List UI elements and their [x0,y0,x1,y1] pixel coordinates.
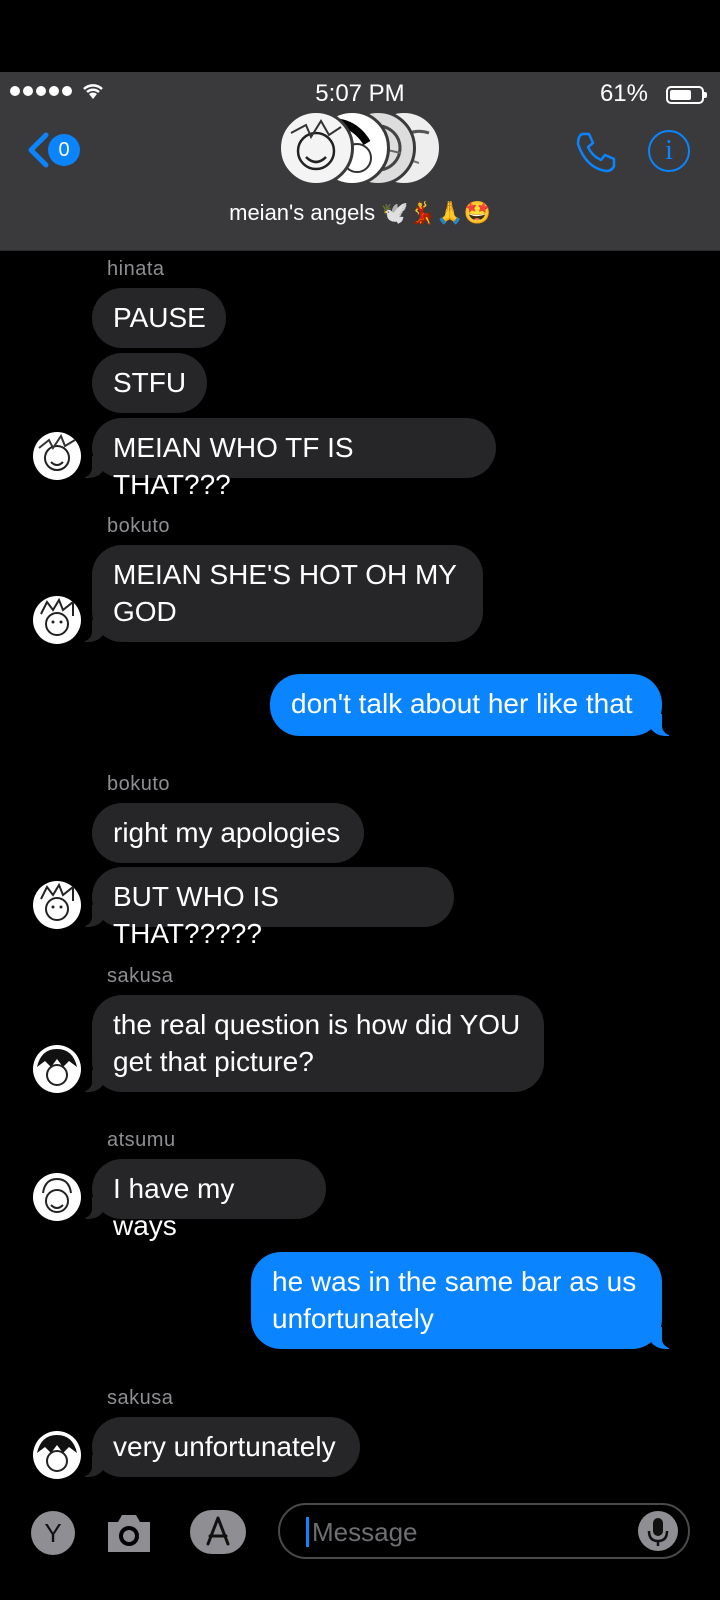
unread-badge: 0 [48,134,80,166]
battery-icon [666,86,707,104]
message-bubble[interactable]: very unfortunately [80,1417,360,1477]
sender-name: bokuto [107,773,171,795]
message-bubble[interactable]: BUT WHO IS THAT????? [80,867,454,949]
status-bar: 5:07 PM 61% [0,78,720,112]
sender-name: hinata [107,258,165,280]
info-icon[interactable]: i [648,130,690,172]
avatar [33,1431,81,1479]
message-bubble[interactable]: MEIAN SHE'S HOT OH MY GOD [80,545,483,642]
sender-name: bokuto [107,515,171,537]
sender-name: atsumu [107,1129,176,1151]
sender-name: sakusa [107,1387,174,1409]
message-placeholder: Message [312,1517,418,1547]
message-bubble[interactable]: don't talk about her like that [270,674,674,736]
group-name[interactable]: meian's angels 🕊️💃🙏🤩 [0,200,720,226]
camera-icon[interactable] [104,1512,154,1554]
app-store-button[interactable] [190,1510,246,1554]
avatar [33,881,81,929]
message-bubble[interactable]: he was in the same bar as us unfortunate… [251,1252,674,1349]
top-black-area [0,0,720,72]
message-bubble[interactable]: PAUSE [92,288,226,348]
message-input[interactable]: Message [278,1503,690,1559]
back-button[interactable]: 0 [26,132,80,168]
avatar [33,596,81,644]
text-cursor [306,1517,309,1547]
battery-percent: 61% [599,80,648,107]
message-bubble[interactable]: MEIAN WHO TF IS THAT??? [80,418,496,500]
app-store-icon [206,1516,230,1546]
conversation-header: 5:07 PM 61% 0 meian's angels 🕊️💃🙏🤩 i [0,72,720,251]
avatar [33,1045,81,1093]
group-avatars[interactable] [278,110,442,190]
y-app-button[interactable]: Y [31,1511,75,1555]
sender-name: sakusa [107,965,174,987]
message-bubble[interactable]: STFU [92,353,207,413]
message-bubble[interactable]: the real question is how did YOU get tha… [80,995,544,1092]
message-bubble[interactable]: right my apologies [92,803,364,863]
message-bubble[interactable]: I have my ways [80,1159,326,1241]
microphone-button[interactable] [638,1511,678,1551]
group-avatar-1 [278,110,354,186]
compose-bar: Y Message [0,1500,720,1600]
avatar [33,432,81,480]
avatar [33,1173,81,1221]
phone-icon[interactable] [574,130,618,174]
microphone-icon [647,1518,669,1546]
